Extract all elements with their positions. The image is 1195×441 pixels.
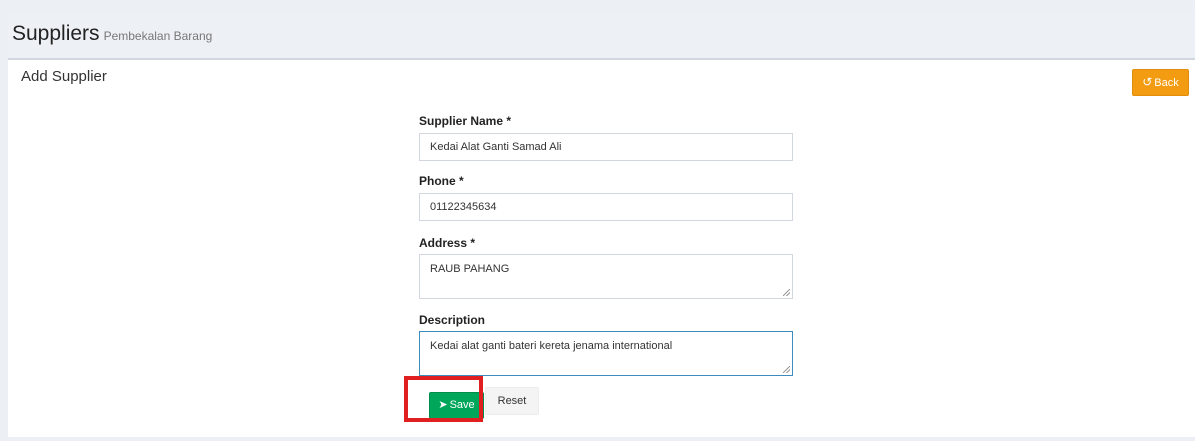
address-value: RAUB PAHANG <box>430 263 510 275</box>
page-title: Suppliers Pembekalan Barang <box>12 22 212 46</box>
description-label: Description <box>419 313 486 327</box>
content-header: Suppliers Pembekalan Barang <box>8 12 1195 60</box>
resize-grip-icon[interactable] <box>783 366 790 373</box>
page-title-text: Suppliers <box>12 22 100 45</box>
phone-label: Phone * <box>419 174 464 188</box>
reset-button[interactable]: Reset <box>485 387 539 415</box>
address-textarea[interactable]: RAUB PAHANG <box>419 254 793 299</box>
supplier-name-label: Supplier Name * <box>419 114 512 128</box>
save-button-label: Save <box>449 399 475 411</box>
description-value: Kedai alat ganti bateri kereta jenama in… <box>430 340 673 352</box>
add-supplier-box: Add Supplier ↺ Back Supplier Name * Kedai… <box>8 60 1195 437</box>
undo-icon: ↺ <box>1142 75 1153 89</box>
address-label: Address * <box>419 236 476 250</box>
phone-input[interactable]: 01122345634 <box>419 193 793 221</box>
back-button[interactable]: ↺ Back <box>1132 69 1189 96</box>
page-subtitle: Pembekalan Barang <box>103 29 213 43</box>
resize-grip-icon[interactable] <box>783 289 790 296</box>
supplier-name-input[interactable]: Kedai Alat Ganti Samad Ali <box>419 133 793 161</box>
back-button-label: Back <box>1154 77 1179 89</box>
box-title: Add Supplier <box>21 68 107 85</box>
paper-plane-icon: ➤ <box>438 399 448 411</box>
description-textarea[interactable]: Kedai alat ganti bateri kereta jenama in… <box>419 331 793 376</box>
save-button[interactable]: ➤ Save <box>429 392 484 419</box>
